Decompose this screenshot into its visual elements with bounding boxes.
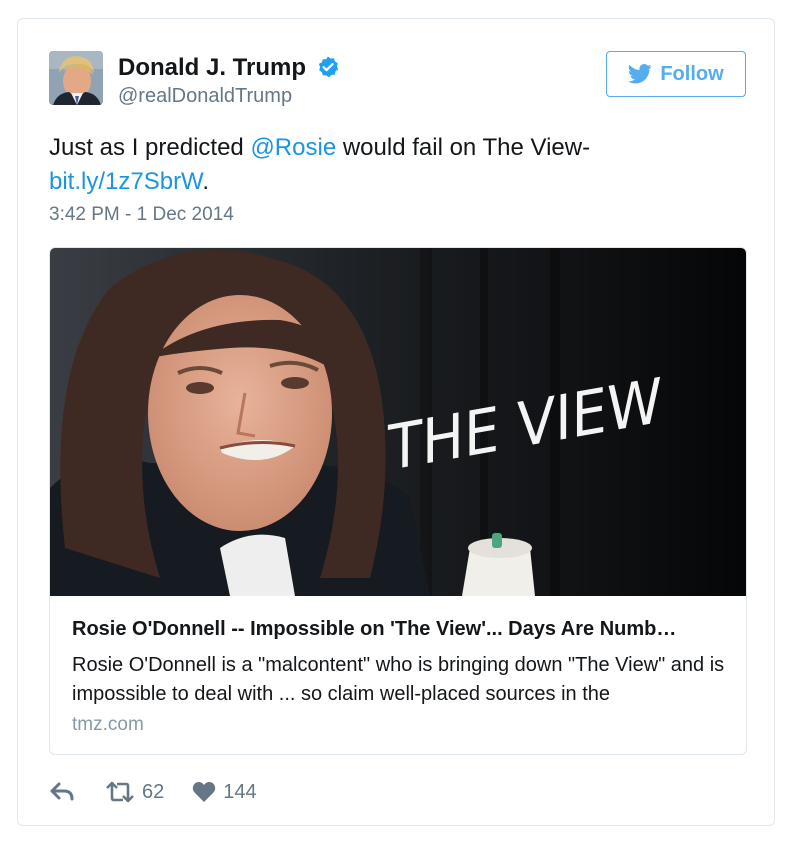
tweet-url-link[interactable]: bit.ly/1z7SbrW <box>49 168 202 195</box>
tweet-card: Donald J. Trump @realDonaldTrump Follow … <box>17 18 775 826</box>
reply-icon <box>50 782 74 801</box>
retweet-icon <box>106 781 134 803</box>
retweet-button[interactable]: 62 <box>105 781 164 804</box>
link-preview-card[interactable]: THE VIEW Rosie O'Donnell -- Impossible o… <box>49 247 747 755</box>
tweet-timestamp[interactable]: 3:42 PM - 1 Dec 2014 <box>49 204 234 226</box>
heart-icon <box>193 782 216 802</box>
verified-badge-icon <box>318 56 339 78</box>
tweet-text-start: Just as I predicted <box>49 134 251 161</box>
mention-link[interactable]: @Rosie <box>250 134 336 161</box>
tweet-text-period: . <box>202 168 210 195</box>
reply-button[interactable] <box>49 781 75 803</box>
avatar[interactable] <box>49 51 103 105</box>
tweet-text: Just as I predicted @Rosie would fail on… <box>49 131 739 199</box>
card-image[interactable]: THE VIEW <box>50 248 746 596</box>
tweet-actions: 62 144 <box>49 777 257 807</box>
user-handle[interactable]: @realDonaldTrump <box>118 85 292 108</box>
twitter-bird-icon <box>628 64 653 84</box>
card-description: Rosie O'Donnell is a "malcontent" who is… <box>72 654 725 705</box>
display-name[interactable]: Donald J. Trump <box>118 54 306 82</box>
card-title[interactable]: Rosie O'Donnell -- Impossible on 'The Vi… <box>72 618 722 641</box>
like-count: 144 <box>223 780 257 803</box>
retweet-count: 62 <box>142 780 165 803</box>
follow-label: Follow <box>660 62 724 85</box>
like-button[interactable]: 144 <box>192 780 257 804</box>
follow-button[interactable]: Follow <box>606 51 746 97</box>
card-domain: tmz.com <box>72 714 144 735</box>
tweet-text-end: would fail on The View- <box>336 134 591 161</box>
